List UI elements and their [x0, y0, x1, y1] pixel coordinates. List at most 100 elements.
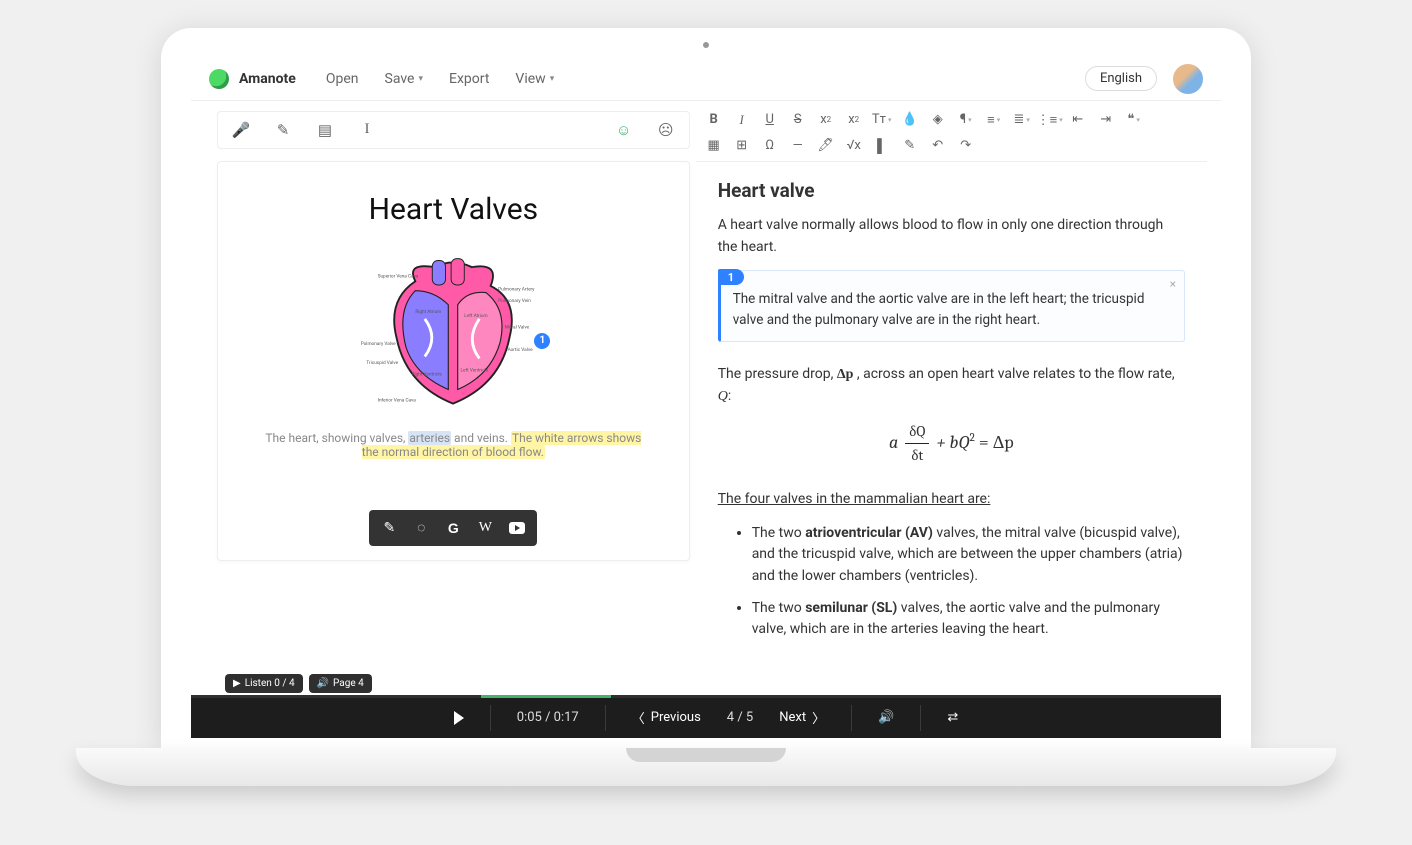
listen-chip-label: Listen 0 / 4: [245, 678, 295, 689]
playbar: 0:05 / 0:17 〈 Previous 4 / 5 Next〉 🔊 ⇄: [191, 698, 1221, 738]
volume-icon: 🔊: [317, 678, 329, 689]
slide-pane: 🎤 ✎ ▤ I ☺ ☹ Heart Valves: [191, 101, 696, 695]
listen-chip[interactable]: ▶ Listen 0 / 4: [225, 674, 303, 693]
indent-icon[interactable]: ⇥: [1092, 107, 1120, 133]
previous-label: Previous: [651, 710, 701, 725]
subscript-icon[interactable]: x2: [812, 107, 840, 133]
swap-icon: ⇄: [947, 710, 958, 725]
page-counter: 4 / 5: [727, 710, 753, 725]
text-cursor-icon[interactable]: I: [350, 116, 384, 144]
note-intro: A heart valve normally allows blood to f…: [718, 215, 1185, 258]
svg-text:Pulmonary Valve: Pulmonary Valve: [361, 341, 396, 347]
user-avatar[interactable]: [1173, 64, 1203, 94]
play-icon: ▶: [233, 678, 241, 689]
youtube-icon[interactable]: [503, 516, 531, 540]
draw-pencil-icon[interactable]: ✎: [375, 516, 403, 540]
neutral-face-icon[interactable]: ☹: [649, 116, 683, 144]
menu-open[interactable]: Open: [316, 67, 369, 91]
text-color-icon[interactable]: 💧: [896, 107, 924, 133]
workspace: 🎤 ✎ ▤ I ☺ ☹ Heart Valves: [191, 101, 1221, 695]
strike-icon[interactable]: S: [784, 107, 812, 133]
note-heading: Heart valve: [718, 176, 1185, 205]
svg-text:Pulmonary Vein: Pulmonary Vein: [499, 297, 532, 303]
menu-export[interactable]: Export: [439, 67, 499, 91]
undo-icon[interactable]: ↶: [924, 133, 952, 159]
time-display: 0:05 / 0:17: [517, 710, 579, 725]
quote-icon[interactable]: ❝: [1120, 107, 1148, 133]
svg-text:Pulmonary Artery: Pulmonary Artery: [499, 286, 536, 292]
hr-icon[interactable]: —: [784, 133, 812, 159]
menu-view-label: View: [515, 71, 545, 87]
note-badge: 1: [718, 269, 744, 285]
notes-pane: B I U S x2 x2 Tт 💧 ◈ ¶ ≡ ≣ ⋮≡ ⇤: [696, 101, 1221, 695]
laptop-mockup: Amanote Open Save▾ Export View▾ English …: [76, 28, 1336, 818]
list-item: The two atrioventricular (AV) valves, th…: [752, 523, 1185, 588]
swap-button[interactable]: ⇄: [947, 710, 958, 725]
unordered-list-icon[interactable]: ⋮≡: [1036, 107, 1064, 133]
caret-down-icon: ▾: [418, 74, 423, 84]
code-block-icon[interactable]: ▌: [868, 133, 896, 159]
screen-bezel: Amanote Open Save▾ Export View▾ English …: [161, 28, 1251, 748]
font-size-icon[interactable]: Tт: [868, 107, 896, 133]
special-char-icon[interactable]: Ω: [756, 133, 784, 159]
chevron-right-icon: 〉: [812, 708, 825, 727]
highlight-blue: arteries: [408, 431, 451, 445]
eraser-icon[interactable]: ◌: [407, 516, 435, 540]
table-icon[interactable]: ⊞: [728, 133, 756, 159]
divider: [920, 705, 921, 731]
close-icon[interactable]: ×: [1170, 275, 1176, 294]
smile-icon[interactable]: ☺: [607, 116, 641, 144]
redo-icon[interactable]: ↷: [952, 133, 980, 159]
caption-text: The heart, showing valves,: [265, 431, 408, 445]
bold-icon[interactable]: B: [700, 107, 728, 133]
slide-annotation-badge[interactable]: 1: [534, 333, 550, 349]
equation: a δQδt + bQ2 = Δp: [718, 420, 1185, 468]
volume-button[interactable]: 🔊: [878, 710, 894, 725]
superscript-icon[interactable]: x2: [840, 107, 868, 133]
language-selector[interactable]: English: [1085, 66, 1157, 91]
note-box-text: The mitral valve and the aortic valve ar…: [733, 289, 1172, 331]
slide-context-toolbar: ✎ ◌ G W: [369, 510, 537, 546]
formula-icon[interactable]: √x: [840, 133, 868, 159]
highlighter-icon[interactable]: 🖊: [812, 133, 840, 159]
chevron-left-icon: 〈: [632, 708, 645, 727]
page-chip[interactable]: 🔊Page 4: [309, 674, 372, 693]
previous-button[interactable]: 〈 Previous: [632, 708, 701, 727]
sticky-note-icon[interactable]: ▤: [308, 116, 342, 144]
editor-toolbar: B I U S x2 x2 Tт 💧 ◈ ¶ ≡ ≣ ⋮≡ ⇤: [696, 101, 1207, 162]
app-screen: Amanote Open Save▾ Export View▾ English …: [191, 58, 1221, 738]
status-chips: ▶ Listen 0 / 4 🔊Page 4: [217, 670, 690, 695]
valves-subheading: The four valves in the mammalian heart a…: [718, 489, 1185, 511]
divider: [490, 705, 491, 731]
svg-text:Aortic Valve: Aortic Valve: [508, 346, 534, 352]
mic-icon[interactable]: 🎤: [224, 116, 258, 144]
wikipedia-icon[interactable]: W: [471, 516, 499, 540]
svg-text:Tricuspid Valve: Tricuspid Valve: [367, 360, 399, 366]
svg-text:Inferior Vena Cava: Inferior Vena Cava: [378, 396, 417, 403]
camera-dot: [703, 42, 709, 48]
image-icon[interactable]: ▦: [700, 133, 728, 159]
progress-strip[interactable]: [191, 695, 1221, 698]
list-item: The two semilunar (SL) valves, the aorti…: [752, 598, 1185, 641]
align-icon[interactable]: ≡: [980, 107, 1008, 133]
link-icon[interactable]: ✎: [896, 133, 924, 159]
menu-view[interactable]: View▾: [505, 67, 564, 91]
app-logo: [209, 69, 229, 89]
play-button[interactable]: [454, 711, 464, 725]
google-icon[interactable]: G: [439, 516, 467, 540]
caption-text: and veins.: [451, 431, 511, 445]
ordered-list-icon[interactable]: ≣: [1008, 107, 1036, 133]
italic-icon[interactable]: I: [728, 107, 756, 133]
underline-icon[interactable]: U: [756, 107, 784, 133]
menu-save-label: Save: [385, 71, 415, 87]
play-icon: [454, 711, 464, 725]
clear-format-icon[interactable]: ◈: [924, 107, 952, 133]
editor-body[interactable]: Heart valve A heart valve normally allow…: [696, 162, 1207, 695]
next-button[interactable]: Next〉: [779, 708, 825, 727]
paragraph-icon[interactable]: ¶: [952, 107, 980, 133]
laptop-base: [76, 748, 1336, 786]
pencil-icon[interactable]: ✎: [266, 116, 300, 144]
brand-name: Amanote: [239, 71, 296, 87]
menu-save[interactable]: Save▾: [375, 67, 433, 91]
outdent-icon[interactable]: ⇤: [1064, 107, 1092, 133]
